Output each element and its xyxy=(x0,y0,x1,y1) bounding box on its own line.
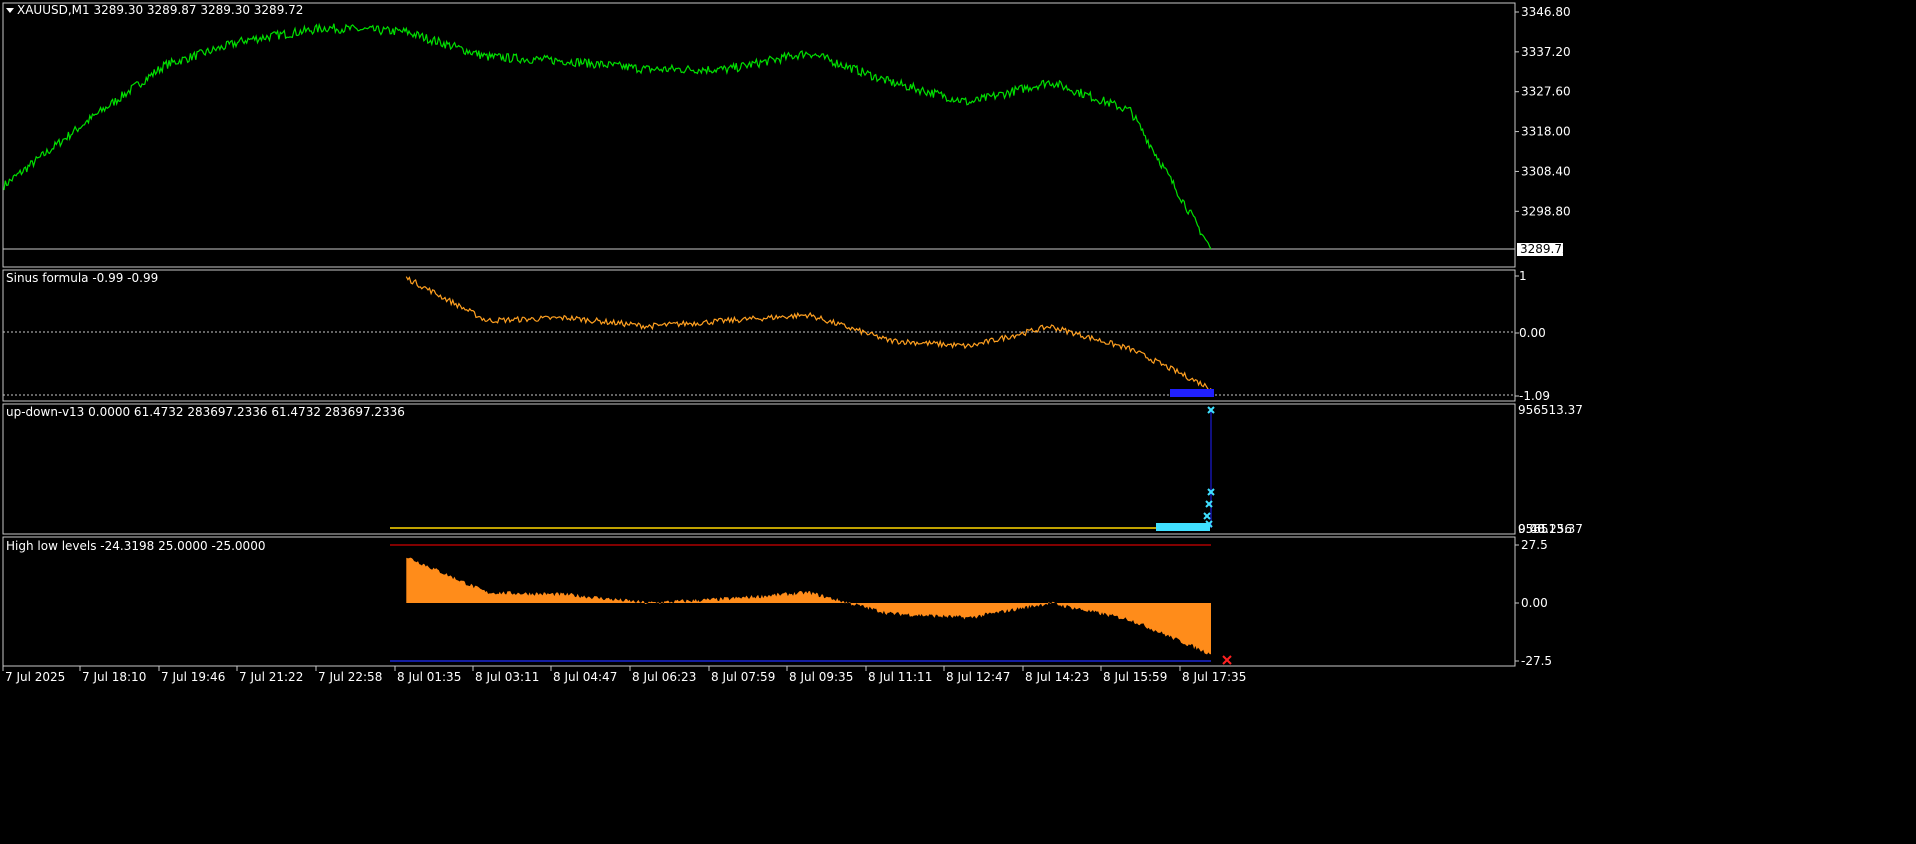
price-tick-label: 3308.40 xyxy=(1521,164,1571,178)
price-header: XAUUSD,M1 3289.30 3289.87 3289.30 3289.7… xyxy=(17,3,303,17)
red-x-marker-icon xyxy=(1222,655,1232,665)
updown-tick-extra: 48.256 xyxy=(1530,522,1572,536)
time-tick-label: 8 Jul 17:35 xyxy=(1182,670,1246,684)
price-tick-label: 3327.60 xyxy=(1521,85,1571,99)
chart-canvas[interactable]: XAUUSD,M1 3289.30 3289.87 3289.30 3289.7… xyxy=(0,0,1916,840)
time-tick-label: 8 Jul 11:11 xyxy=(868,670,932,684)
collapse-triangle-icon[interactable] xyxy=(6,8,14,13)
updown-tick-top: 956513.37 xyxy=(1518,403,1583,417)
updown-panel-frame xyxy=(2,403,1516,535)
sinus-tick-label: 1 xyxy=(1519,269,1527,283)
price-tick-label: 3346.80 xyxy=(1521,5,1571,19)
highlow-tick-label: -27.5 xyxy=(1521,654,1552,668)
sinus-axis: 1 0.00 -1.09 xyxy=(1515,269,1550,403)
time-tick-label: 8 Jul 15:59 xyxy=(1103,670,1167,684)
price-tick-label: 3318.00 xyxy=(1521,125,1571,139)
time-tick-label: 8 Jul 06:23 xyxy=(632,670,696,684)
time-axis: 7 Jul 2025 7 Jul 18:10 7 Jul 19:46 7 Jul 21… xyxy=(2,666,1246,684)
cyan-cross-marker-icon xyxy=(1203,512,1211,520)
time-tick-label: 7 Jul 2025 xyxy=(5,670,65,684)
price-axis: 3346.80 3337.20 3327.60 3318.00 3308.40 3298.… xyxy=(1515,5,1571,218)
sinus-blue-signal-block xyxy=(1170,389,1214,397)
updown-header: up-down-v13 0.0000 61.4732 283697.2336 6… xyxy=(6,405,405,419)
price-tick-label: 3298.80 xyxy=(1521,204,1571,218)
time-tick-label: 8 Jul 07:59 xyxy=(711,670,775,684)
time-tick-label: 8 Jul 09:35 xyxy=(789,670,853,684)
time-tick-label: 8 Jul 04:47 xyxy=(553,670,617,684)
time-tick-label: 8 Jul 14:23 xyxy=(1025,670,1089,684)
price-series-line xyxy=(3,22,1212,250)
highlow-tick-label: 0.00 xyxy=(1521,596,1548,610)
updown-cross-markers xyxy=(1203,406,1215,528)
chart-window[interactable]: XAUUSD,M1 3289.30 3289.87 3289.30 3289.7… xyxy=(0,0,1916,840)
time-tick-label: 8 Jul 12:47 xyxy=(946,670,1010,684)
sinus-panel-frame xyxy=(2,269,1516,402)
time-tick-label: 7 Jul 22:58 xyxy=(318,670,382,684)
time-tick-label: 8 Jul 01:35 xyxy=(397,670,461,684)
highlow-header: High low levels -24.3198 25.0000 -25.000… xyxy=(6,539,265,553)
sinus-tick-label: 0.00 xyxy=(1519,326,1546,340)
sinus-tick-label: -1.09 xyxy=(1519,389,1550,403)
highlow-histogram xyxy=(406,557,1211,655)
time-tick-label: 7 Jul 21:22 xyxy=(239,670,303,684)
sinus-header: Sinus formula -0.99 -0.99 xyxy=(6,271,158,285)
time-tick-label: 7 Jul 18:10 xyxy=(82,670,146,684)
current-price-label: 3289.72 xyxy=(1520,242,1570,256)
updown-cyan-cluster xyxy=(1156,523,1210,531)
time-tick-label: 7 Jul 19:46 xyxy=(161,670,225,684)
highlow-axis: 27.5 0.00 -27.5 xyxy=(1515,538,1552,668)
time-tick-label: 8 Jul 03:11 xyxy=(475,670,539,684)
price-tick-label: 3337.20 xyxy=(1521,45,1571,59)
highlow-tick-label: 27.5 xyxy=(1521,538,1548,552)
sinus-series-line xyxy=(405,276,1212,392)
